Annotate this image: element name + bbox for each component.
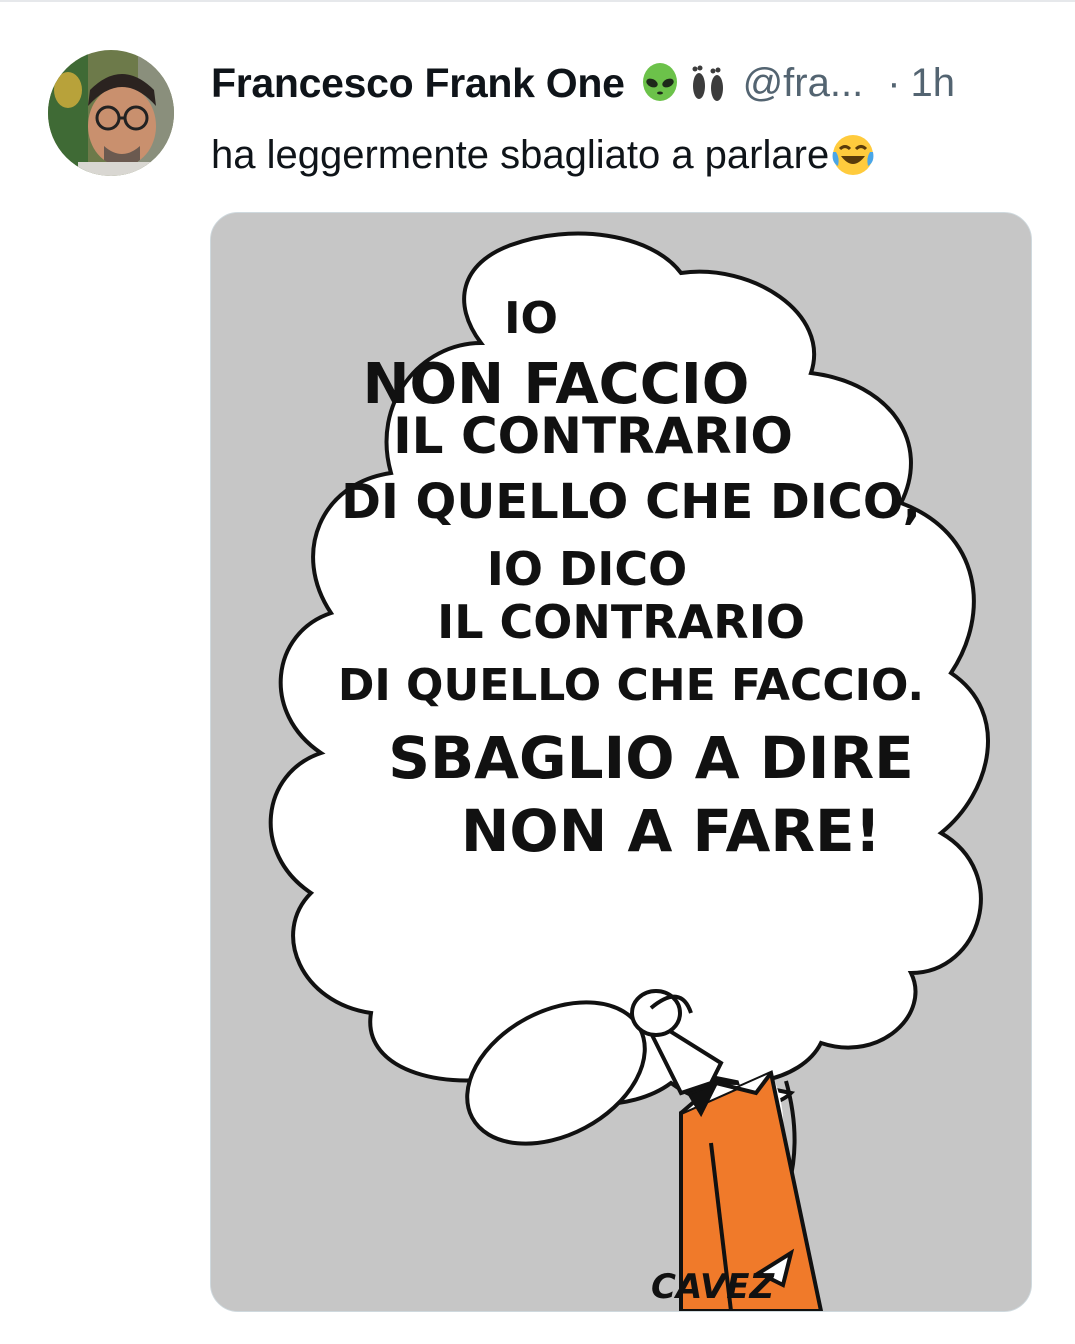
post-text-body: ha leggermente sbagliato a parlare xyxy=(211,132,830,177)
comic-line-1: IO xyxy=(504,293,558,344)
comic-line-9: NON A FARE! xyxy=(461,797,881,865)
avatar-photo xyxy=(48,50,174,176)
comic-line-5: IO DICO xyxy=(487,542,687,596)
author-name[interactable]: Francesco Frank One xyxy=(211,60,625,107)
comic-line-7: DI QUELLO CHE FACCIO. xyxy=(338,660,924,711)
avatar[interactable] xyxy=(48,50,174,176)
comic-line-6: IL CONTRARIO xyxy=(437,595,805,649)
comic-illustration: IO NON FACCIO IL CONTRARIO DI QUELLO CHE… xyxy=(211,213,1031,1311)
artist-signature: CAVEZ xyxy=(651,1267,775,1307)
comic-line-3: IL CONTRARIO xyxy=(393,407,793,465)
post-time[interactable]: 1h xyxy=(911,61,956,106)
post-text: ha leggermente sbagliato a parlare xyxy=(211,127,876,183)
media-image[interactable]: IO NON FACCIO IL CONTRARIO DI QUELLO CHE… xyxy=(210,212,1032,1312)
joy-emoji-icon xyxy=(832,135,874,175)
footprints-emoji-icon xyxy=(692,65,723,101)
post-header: Francesco Frank One @fra... · 1h xyxy=(211,55,1041,111)
comic-line-4: DI QUELLO CHE DICO, xyxy=(341,474,921,530)
author-emojis xyxy=(639,62,731,104)
top-divider xyxy=(0,0,1075,2)
comic-line-8: SBAGLIO A DIRE xyxy=(388,724,914,792)
alien-emoji-icon xyxy=(642,63,677,101)
separator-dot: · xyxy=(887,60,901,105)
author-handle[interactable]: @fra... xyxy=(743,61,864,106)
